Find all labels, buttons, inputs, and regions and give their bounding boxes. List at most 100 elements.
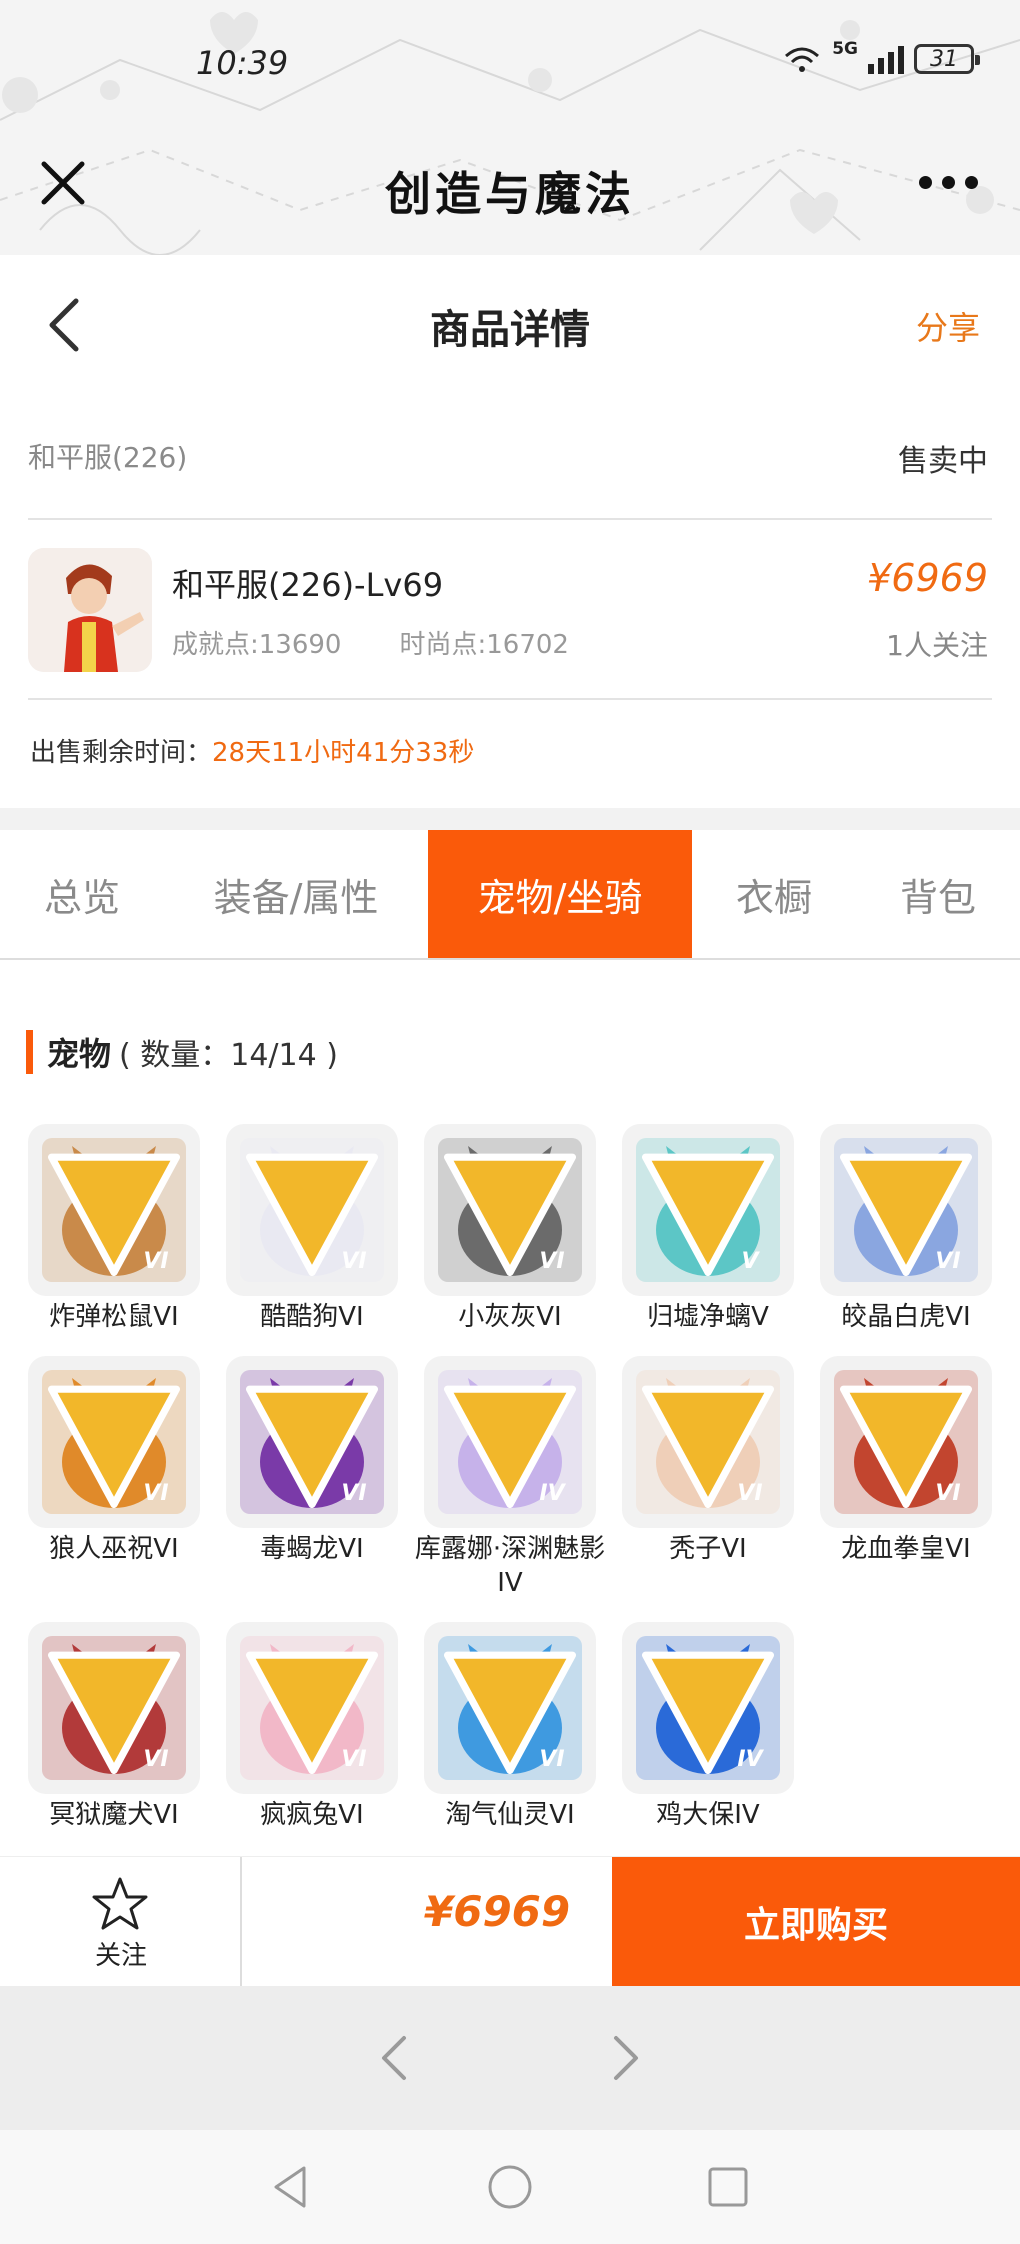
pet-thumbnail: IV (424, 1356, 596, 1528)
listing-price: ¥6969 (867, 556, 988, 600)
pet-thumbnail: VI (820, 1356, 992, 1528)
server-row: 和平服(226) 售卖中 (0, 410, 1020, 520)
category-tabs: 总览 装备/属性 宠物/坐骑 衣橱 背包 (0, 830, 1020, 960)
server-name: 和平服(226) (28, 441, 188, 474)
browser-back-icon[interactable] (374, 2028, 414, 2088)
pet-rank: IV (539, 1481, 565, 1506)
system-nav-bar (0, 2130, 1020, 2244)
pet-name: 归墟净螭V (647, 1302, 769, 1332)
pet-card[interactable]: IV 鸡大保IV (622, 1622, 794, 1832)
divider (28, 518, 992, 520)
pet-name: 皎晶白虎VI (841, 1302, 971, 1332)
pet-name: 小灰灰VI (458, 1302, 562, 1332)
pet-card[interactable]: IV 库露娜·深渊魅影IV (415, 1356, 605, 1600)
pet-thumbnail: VI (424, 1622, 596, 1794)
pet-card[interactable]: V 归墟净螭V (622, 1124, 794, 1334)
pet-name: 鸡大保IV (656, 1800, 760, 1830)
status-time: 10:39 (196, 44, 289, 82)
pet-thumbnail: VI (28, 1622, 200, 1794)
pet-name: 库露娜·深渊魅影IV (414, 1534, 606, 1598)
pet-rank: VI (737, 1481, 763, 1506)
follow-button[interactable]: 关注 (0, 1857, 242, 1987)
tab-pets-mounts[interactable]: 宠物/坐骑 (428, 830, 692, 958)
pet-rank: VI (341, 1747, 367, 1772)
page-nav-bar: 商品详情 分享 (0, 255, 1020, 395)
bottom-price: ¥6969 (424, 1887, 571, 1936)
star-icon (92, 1877, 148, 1930)
pet-thumbnail: VI (820, 1124, 992, 1296)
pet-thumbnail: IV (622, 1622, 794, 1794)
section-accent-bar (26, 1030, 33, 1074)
pet-thumbnail: VI (424, 1124, 596, 1296)
character-name: 和平服(226)-Lv69 (172, 566, 444, 604)
share-button[interactable]: 分享 (916, 303, 980, 349)
pet-name: 龙血拳皇VI (841, 1534, 971, 1564)
pet-name: 炸弹松鼠VI (49, 1302, 179, 1332)
pet-name: 秃子VI (669, 1534, 747, 1564)
pet-card[interactable]: VI 疯疯兔VI (226, 1622, 398, 1832)
pet-card[interactable]: VI 皎晶白虎VI (820, 1124, 992, 1334)
pet-card[interactable]: VI 毒蝎龙VI (226, 1356, 398, 1566)
divider (28, 698, 992, 700)
pet-card[interactable]: VI 狼人巫祝VI (28, 1356, 200, 1566)
browser-toolbar (0, 1986, 1020, 2130)
pet-rank: VI (539, 1747, 565, 1772)
browser-forward-icon[interactable] (606, 2028, 646, 2088)
nav-recents-square-icon[interactable] (703, 2162, 753, 2212)
fashion-points: 时尚点:16702 (399, 630, 569, 660)
remaining-value: 28天11小时41分33秒 (212, 738, 475, 768)
remaining-time: 出售剩余时间：28天11小时41分33秒 (30, 732, 474, 769)
pet-name: 冥狱魔犬VI (49, 1800, 179, 1830)
pet-card[interactable]: VI 炸弹松鼠VI (28, 1124, 200, 1334)
pet-name: 淘气仙灵VI (445, 1800, 575, 1830)
pet-card[interactable]: VI 小灰灰VI (424, 1124, 596, 1334)
pet-card[interactable]: VI 秃子VI (622, 1356, 794, 1566)
achievement-points: 成就点:13690 (172, 630, 342, 660)
remaining-label: 出售剩余时间： (30, 738, 213, 768)
pet-rank: VI (341, 1481, 367, 1506)
section-header: 宠物 ( 数量：14/14 ) (26, 1030, 338, 1074)
tab-equipment[interactable]: 装备/属性 (164, 830, 428, 958)
pet-thumbnail: VI (226, 1356, 398, 1528)
nav-home-circle-icon[interactable] (485, 2162, 535, 2212)
pet-rank: VI (143, 1747, 169, 1772)
app-title: 创造与魔法 (385, 167, 635, 221)
product-summary[interactable]: 和平服(226)-Lv69 成就点:13690 时尚点:16702 ¥6969 … (0, 530, 1020, 700)
section-count: ( 数量：14/14 ) (119, 1038, 338, 1073)
wifi-icon (785, 47, 820, 72)
pet-thumbnail: VI (28, 1124, 200, 1296)
pet-card[interactable]: VI 淘气仙灵VI (424, 1622, 596, 1832)
pet-rank: VI (539, 1249, 565, 1274)
app-bar: 创造与魔法 (0, 130, 1020, 250)
pet-thumbnail: VI (622, 1356, 794, 1528)
sale-status: 售卖中 (898, 444, 988, 479)
pet-rank: VI (935, 1249, 961, 1274)
signal-icon (868, 44, 904, 74)
pet-thumbnail: VI (226, 1622, 398, 1794)
pet-card[interactable]: VI 冥狱魔犬VI (28, 1622, 200, 1832)
pet-card[interactable]: VI 龙血拳皇VI (820, 1356, 992, 1566)
pet-card[interactable]: VI 酷酷狗VI (226, 1124, 398, 1334)
follow-label: 关注 (94, 1941, 147, 1971)
more-icon[interactable] (919, 176, 978, 189)
pet-thumbnail: VI (28, 1356, 200, 1528)
pet-rank: VI (935, 1481, 961, 1506)
network-type: 5G (832, 39, 858, 59)
pet-rank: VI (341, 1249, 367, 1274)
pet-name: 疯疯兔VI (260, 1800, 364, 1830)
tab-overview[interactable]: 总览 (0, 830, 164, 958)
header-background: 10:39 5G 31 创造与魔法 (0, 0, 1020, 255)
page-title: 商品详情 (430, 307, 590, 353)
battery-level: 31 (930, 46, 958, 72)
pet-rank: IV (737, 1747, 763, 1772)
pet-thumbnail: V (622, 1124, 794, 1296)
tab-wardrobe[interactable]: 衣橱 (692, 830, 856, 958)
tab-backpack[interactable]: 背包 (856, 830, 1020, 958)
character-avatar (28, 548, 152, 672)
pet-thumbnail: VI (226, 1124, 398, 1296)
nav-back-triangle-icon[interactable] (266, 2162, 316, 2212)
pet-name: 狼人巫祝VI (49, 1534, 179, 1564)
character-stats: 成就点:13690 时尚点:16702 (172, 624, 569, 661)
buy-now-button[interactable]: 立即购买 (612, 1857, 1020, 1987)
pet-rank: VI (143, 1481, 169, 1506)
